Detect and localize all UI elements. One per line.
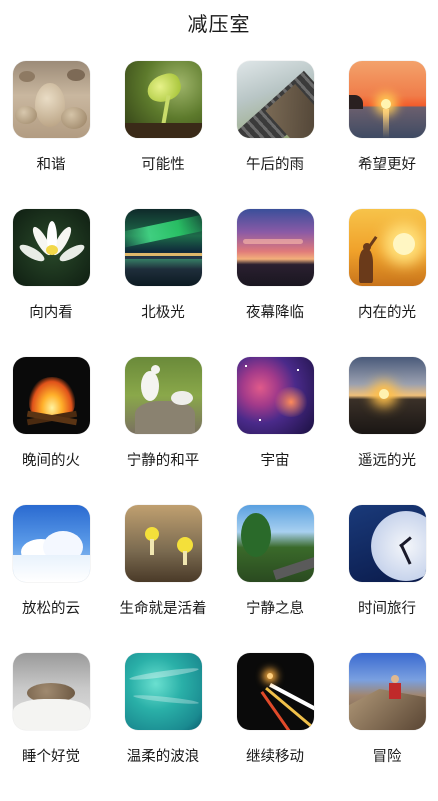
scene-item-gentle-waves[interactable]: 温柔的波浪	[107, 653, 219, 801]
scene-label: 冒险	[372, 749, 402, 765]
scene-item-sleep-well[interactable]: 睡个好觉	[0, 653, 107, 801]
white-doves-icon	[124, 357, 202, 434]
campfire-icon	[12, 357, 90, 434]
scene-label: 继续移动	[246, 749, 304, 765]
scene-label: 遥远的光	[358, 453, 416, 469]
turquoise-water-icon	[124, 653, 202, 730]
scene-item-life-is-living[interactable]: 生命就是活着	[107, 505, 219, 653]
scene-item-peaceful[interactable]: 宁静的和平	[107, 357, 219, 505]
sunset-sea-icon	[348, 61, 426, 138]
scene-label: 和谐	[36, 157, 66, 173]
rock-climber-icon	[348, 653, 426, 730]
blue-sky-clouds-icon	[12, 505, 90, 582]
scene-label: 生命就是活着	[119, 601, 207, 617]
scene-item-harmony[interactable]: 和谐	[0, 61, 107, 209]
scene-label: 睡个好觉	[22, 749, 80, 765]
woman-sunlight-icon	[348, 209, 426, 286]
white-lotus-icon	[12, 209, 90, 286]
scene-label: 宇宙	[260, 453, 290, 469]
dusk-sky-icon	[236, 209, 314, 286]
scene-label: 北极光	[141, 305, 185, 321]
roof-tiles-rain-icon	[236, 61, 314, 138]
scene-item-distant-light[interactable]: 遥远的光	[331, 357, 438, 505]
sleeping-cat-icon	[12, 653, 90, 730]
scene-label: 可能性	[141, 157, 185, 173]
scene-item-look-inward[interactable]: 向内看	[0, 209, 107, 357]
scene-label: 晚间的火	[22, 453, 80, 469]
tree-lined-road-icon	[236, 505, 314, 582]
seedling-sprout-icon	[124, 61, 202, 138]
scene-item-quiet-breath[interactable]: 宁静之息	[219, 505, 331, 653]
scene-item-adventure[interactable]: 冒险	[331, 653, 438, 801]
scene-item-possibility[interactable]: 可能性	[107, 61, 219, 209]
scene-label: 宁静的和平	[126, 453, 200, 469]
scene-grid: 和谐 可能性 午后的雨 希望更好 向内看 北极光 夜幕降临 内在的光 晚间的火 …	[0, 61, 438, 801]
scene-item-inner-light[interactable]: 内在的光	[331, 209, 438, 357]
yellow-mushrooms-icon	[124, 505, 202, 582]
scene-item-universe[interactable]: 宇宙	[219, 357, 331, 505]
scene-label: 宁静之息	[246, 601, 304, 617]
scene-item-nightfall[interactable]: 夜幕降临	[219, 209, 331, 357]
scene-label: 内在的光	[358, 305, 416, 321]
night-traffic-trails-icon	[236, 653, 314, 730]
distant-sunrise-icon	[348, 357, 426, 434]
scene-item-hope[interactable]: 希望更好	[331, 61, 438, 209]
clock-face-icon	[348, 505, 426, 582]
scene-item-relaxing-clouds[interactable]: 放松的云	[0, 505, 107, 653]
scene-item-time-travel[interactable]: 时间旅行	[331, 505, 438, 653]
nebula-galaxy-icon	[236, 357, 314, 434]
scene-label: 放松的云	[22, 601, 80, 617]
page-title: 减压室	[187, 12, 251, 36]
scene-label: 午后的雨	[246, 157, 304, 173]
aurora-lake-icon	[124, 209, 202, 286]
scene-label: 希望更好	[358, 157, 416, 173]
scene-label: 时间旅行	[358, 601, 416, 617]
scene-label: 温柔的波浪	[126, 749, 200, 765]
scene-item-afternoon-rain[interactable]: 午后的雨	[219, 61, 331, 209]
scene-item-evening-fire[interactable]: 晚间的火	[0, 357, 107, 505]
zen-stones-icon	[12, 61, 90, 138]
scene-label: 夜幕降临	[246, 305, 304, 321]
scene-item-aurora[interactable]: 北极光	[107, 209, 219, 357]
scene-item-keep-moving[interactable]: 继续移动	[219, 653, 331, 801]
scene-label: 向内看	[29, 305, 73, 321]
